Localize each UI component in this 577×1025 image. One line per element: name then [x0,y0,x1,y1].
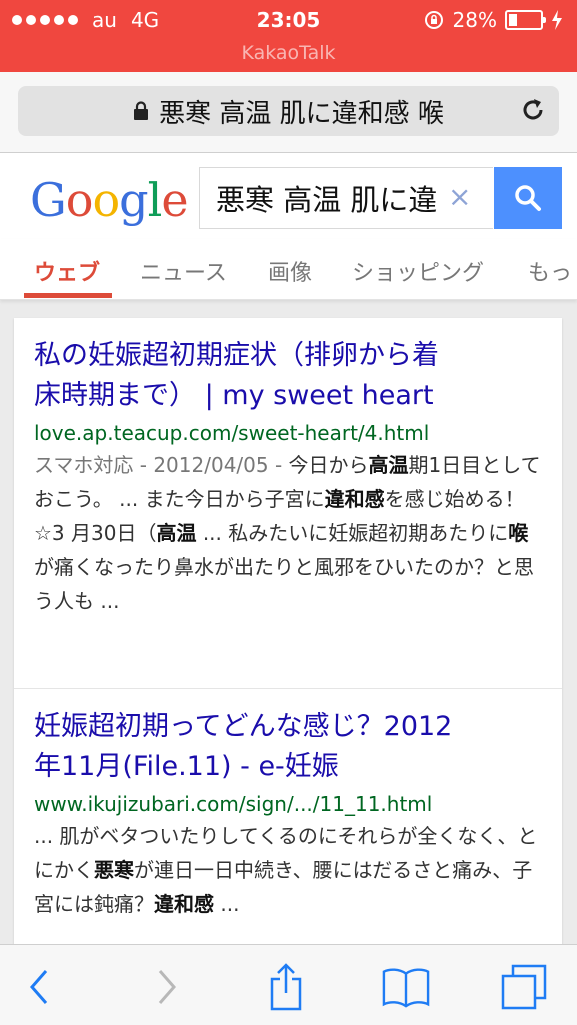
share-icon [270,963,302,1011]
highlighted-term: 高温 [368,453,409,477]
address-query: 悪寒 高温 肌に違和感 喉 [159,98,444,129]
tab-shopping[interactable]: ショッピング [352,255,484,287]
result-title-line: 床時期まで） | my sweet heart [34,380,434,411]
battery-icon [505,10,546,30]
tabs-icon [501,964,547,1010]
charging-bolt-icon [552,10,562,30]
browser-toolbar [0,944,577,1025]
bookmarks-icon [382,968,430,1008]
logo-letter: e [161,173,188,227]
lock-icon [134,101,149,120]
google-logo[interactable]: Google [30,173,189,227]
highlighted-term: 違和感 [154,892,214,916]
logo-letter: l [147,173,163,227]
result-title-line: 私の妊娠超初期症状（排卵から着 [34,340,439,371]
snippet-text: ... 私みたいに妊娠超初期あたりに [196,521,509,545]
result-title[interactable]: 私の妊娠超初期症状（排卵から着 床時期まで） | my sweet heart [34,336,542,416]
google-header: Google 悪寒 高温 肌に違 × [0,153,577,239]
search-result: 妊娠超初期ってどんな感じ？2012 年11月(File.11) - e-妊娠 w… [14,688,562,921]
share-button[interactable] [262,963,310,1011]
address-bar[interactable]: 悪寒 高温 肌に違和感 喉 [18,86,559,136]
logo-letter: g [119,173,148,227]
search-button[interactable] [494,167,562,229]
search-icon [515,185,541,211]
battery-percent: 28% [452,8,497,32]
back-icon [30,970,48,1004]
back-button[interactable] [16,963,64,1011]
result-snippet: ... 肌がベタついたりしてくるのにそれらが全くなく、とにかく悪寒が連日一日中続… [34,819,542,921]
browser-address-area: 悪寒 高温 肌に違和感 喉 [0,72,577,153]
forward-button[interactable] [142,963,190,1011]
result-url[interactable]: www.ikujizubari.com/sign/.../11_11.html [34,789,542,819]
tab-web[interactable]: ウェブ [34,255,100,287]
highlighted-term: 悪寒 [94,858,134,882]
snippet-text: ... [214,892,240,916]
result-title-line: 年11月(File.11) - e-妊娠 [34,751,339,782]
bookmarks-button[interactable] [382,963,430,1011]
highlighted-term: 違和感 [324,487,385,511]
status-right: 28% [423,8,563,32]
clear-icon[interactable]: × [444,183,472,211]
reload-icon[interactable] [519,96,547,124]
snippet-text: 今日から [288,453,369,477]
search-type-tabs: ウェブ ニュース 画像 ショッピング もっ [0,239,577,300]
forward-icon [158,970,176,1004]
foreground-app-label: KakaoTalk [241,42,336,64]
rotation-lock-icon [424,11,443,29]
status-bar: au 4G 23:05 28% KakaoTalk [0,0,577,72]
tabs-button[interactable] [500,963,548,1011]
result-meta: スマホ対応 - 2012/04/05 - [34,453,289,477]
tab-images[interactable]: 画像 [268,255,312,287]
highlighted-term: 高温 [156,521,197,545]
tab-news[interactable]: ニュース [140,255,227,287]
snippet-text: が痛くなったり鼻水が出たりと風邪をひいたのか？と思う人も ... [34,555,534,613]
logo-letter: G [30,173,67,227]
tab-more[interactable]: もっ [528,255,572,287]
result-url[interactable]: love.ap.teacup.com/sweet-heart/4.html [34,418,542,448]
logo-letter: o [65,173,94,227]
result-title-line: 妊娠超初期ってどんな感じ？2012 [34,711,453,742]
highlighted-term: 喉 [508,521,529,545]
active-tab-indicator [24,293,112,298]
result-title[interactable]: 妊娠超初期ってどんな感じ？2012 年11月(File.11) - e-妊娠 [34,707,542,787]
result-snippet: スマホ対応 - 2012/04/05 - 今日から高温期1日目としておこう。 .… [34,448,542,618]
logo-letter: o [92,173,120,227]
search-result: 私の妊娠超初期症状（排卵から着 床時期まで） | my sweet heart … [14,336,562,618]
results-card: 私の妊娠超初期症状（排卵から着 床時期まで） | my sweet heart … [14,318,562,948]
